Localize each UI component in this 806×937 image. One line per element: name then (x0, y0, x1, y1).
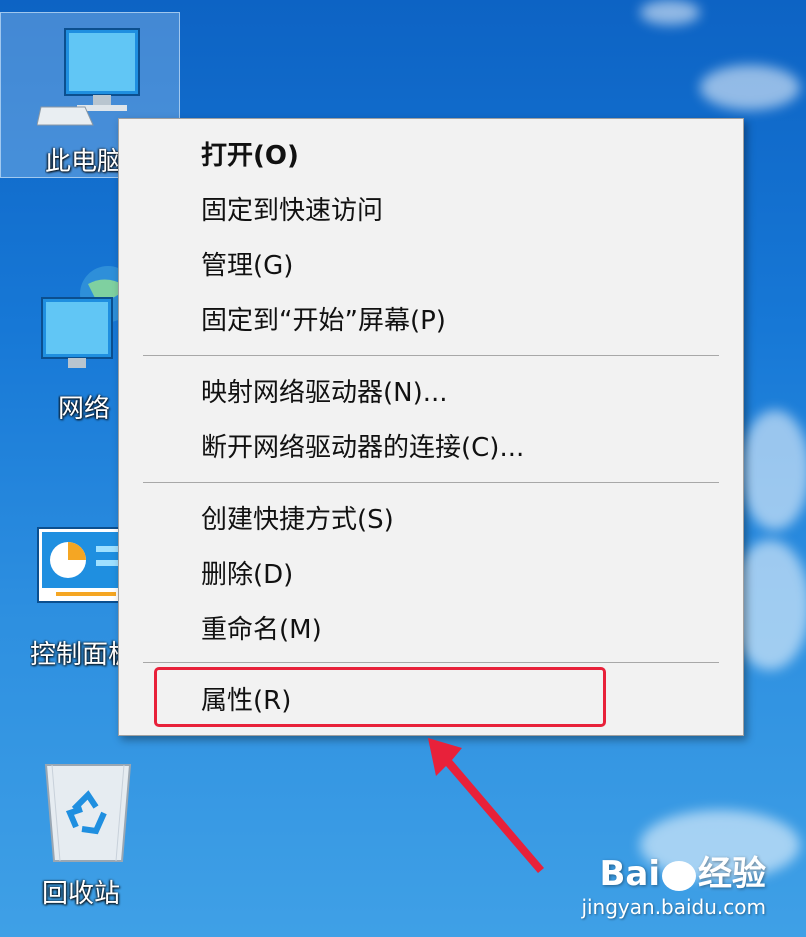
menu-item-label: 固定到快速访问 (201, 196, 384, 226)
paw-icon (662, 860, 696, 891)
desktop-icon-label: 回收站 (42, 879, 121, 909)
cloud (700, 65, 800, 110)
menu-item-label: 创建快捷方式(S) (201, 505, 394, 535)
menu-item-label: 重命名(M) (201, 615, 322, 645)
highlight-box (154, 667, 606, 727)
menu-item-label: 断开网络驱动器的连接(C)... (201, 433, 525, 463)
watermark-brand-suffix: 经验 (698, 854, 766, 894)
monitor-icon (37, 28, 140, 126)
watermark-url: jingyan.baidu.com (581, 895, 766, 919)
menu-item-disconnect-network-drive[interactable]: 断开网络驱动器的连接(C)... (119, 423, 743, 473)
menu-item-create-shortcut[interactable]: 创建快捷方式(S) (119, 495, 743, 545)
menu-item-label: 映射网络驱动器(N)... (201, 378, 448, 408)
watermark-logo: Bai 经验 (581, 846, 766, 895)
menu-separator (143, 355, 719, 356)
menu-item-label: 固定到“开始”屏幕(P) (201, 306, 446, 336)
menu-item-map-network-drive[interactable]: 映射网络驱动器(N)... (119, 368, 743, 418)
context-menu: 打开(O) 固定到快速访问 管理(G) 固定到“开始”屏幕(P) 映射网络驱动器… (118, 118, 744, 736)
baidu-jingyan-watermark: Bai 经验 jingyan.baidu.com (581, 846, 766, 919)
menu-item-pin-quick-access[interactable]: 固定到快速访问 (119, 186, 743, 236)
menu-item-manage[interactable]: 管理(G) (119, 241, 743, 291)
desktop-icon-label: 控制面板 (30, 640, 118, 670)
watermark-brand: Bai (599, 854, 660, 894)
menu-item-pin-start[interactable]: 固定到“开始”屏幕(P) (119, 296, 743, 346)
cloud (740, 410, 806, 530)
desktop-icon-recycle-bin[interactable]: 回收站 (0, 755, 160, 915)
menu-item-open[interactable]: 打开(O) (119, 131, 743, 181)
desktop-icon-label: 网络 (58, 394, 111, 424)
menu-item-rename[interactable]: 重命名(M) (119, 605, 743, 655)
menu-separator (143, 482, 719, 483)
menu-item-label: 打开(O) (201, 141, 299, 171)
menu-item-delete[interactable]: 删除(D) (119, 550, 743, 600)
menu-separator (143, 662, 719, 663)
menu-item-label: 管理(G) (201, 251, 294, 281)
recycle-bin-icon (44, 764, 132, 862)
menu-item-label: 删除(D) (201, 560, 294, 590)
cloud (640, 0, 700, 25)
